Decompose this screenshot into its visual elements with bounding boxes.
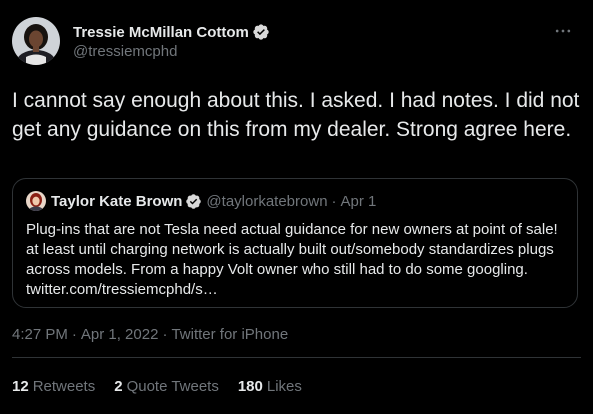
verified-badge-icon — [253, 24, 269, 40]
author-handle[interactable]: @tressiemcphd — [73, 43, 270, 60]
likes-stat[interactable]: 180 Likes — [238, 378, 302, 395]
avatar-image — [12, 17, 60, 65]
tweet-meta: 4:27 PM · Apr 1, 2022 · Twitter for iPho… — [12, 326, 288, 343]
quoted-date[interactable]: Apr 1 — [341, 193, 377, 210]
retweets-label: Retweets — [32, 378, 96, 395]
quoted-handle: @taylorkatebrown — [206, 192, 328, 210]
avatar[interactable] — [12, 17, 60, 65]
likes-label: Likes — [266, 378, 302, 395]
retweets-stat[interactable]: 12 Retweets — [12, 378, 95, 395]
quoted-display-name: Taylor Kate Brown — [51, 192, 183, 210]
tweet-time[interactable]: 4:27 PM — [12, 326, 68, 343]
quote-tweets-count: 2 — [114, 378, 123, 395]
retweets-count: 12 — [12, 378, 29, 395]
tweet-header: Tressie McMillan Cottom @tressiemcphd — [12, 17, 581, 67]
more-options-icon[interactable] — [553, 21, 573, 41]
author-display-name[interactable]: Tressie McMillan Cottom — [73, 24, 249, 41]
tweet-stats: 12 Retweets 2 Quote Tweets 180 Likes — [12, 378, 321, 395]
display-name-row: Tressie McMillan Cottom — [73, 22, 270, 42]
divider — [12, 357, 581, 358]
author-info: Tressie McMillan Cottom @tressiemcphd — [73, 22, 270, 60]
quoted-tweet-header: Taylor Kate Brown @taylorkatebrown · Apr… — [26, 191, 376, 211]
quoted-verified-badge-icon — [186, 193, 202, 209]
quoted-link[interactable]: twitter.com/tressiemcphd/s… — [26, 280, 571, 300]
quoted-text-body: Plug-ins that are not Tesla need actual … — [26, 221, 558, 278]
tweet-source[interactable]: Twitter for iPhone — [171, 326, 288, 343]
quoted-tweet[interactable]: Taylor Kate Brown @taylorkatebrown · Apr… — [12, 178, 578, 308]
quoted-text: Plug-ins that are not Tesla need actual … — [26, 220, 571, 300]
quoted-avatar-image — [26, 191, 46, 211]
quote-tweets-label: Quote Tweets — [126, 378, 219, 395]
quoted-separator: · — [331, 192, 337, 210]
tweet-text: I cannot say enough about this. I asked.… — [12, 89, 580, 141]
meta-separator: · — [71, 326, 77, 343]
quote-tweets-stat[interactable]: 2 Quote Tweets — [114, 378, 219, 395]
tweet-date[interactable]: Apr 1, 2022 — [81, 326, 159, 343]
tweet: Tressie McMillan Cottom @tressiemcphd I … — [0, 0, 593, 414]
likes-count: 180 — [237, 378, 263, 395]
quoted-avatar — [26, 191, 46, 211]
meta-separator-2: · — [162, 326, 168, 343]
